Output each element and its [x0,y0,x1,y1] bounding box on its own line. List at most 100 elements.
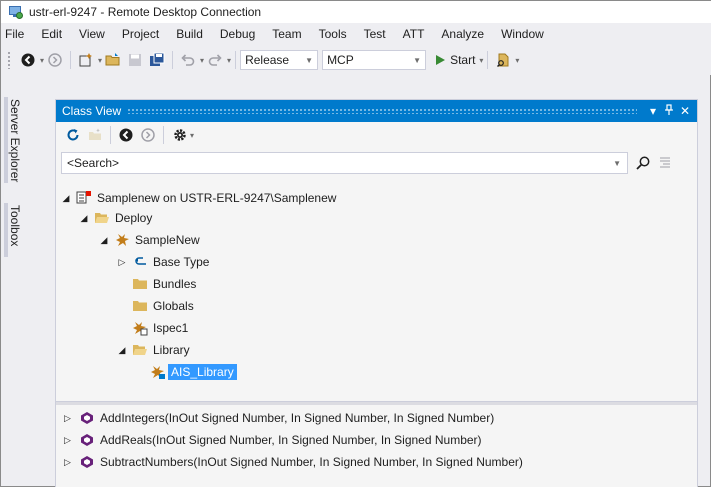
search-button[interactable] [632,152,654,174]
start-label: Start [450,53,476,67]
side-tab-strip: Server Explorer Toolbox [1,95,25,295]
open-folder-icon [132,342,148,358]
tree-node-bundles[interactable]: Bundles [132,274,196,294]
member-item[interactable]: ▷ SubtractNumbers(InOut Signed Number, I… [56,451,697,473]
find-in-files-button[interactable] [492,50,514,70]
search-row: <Search> ▼ [56,148,697,178]
menu-att[interactable]: ATT [395,27,434,41]
close-icon[interactable]: ✕ [677,104,693,118]
tree-node-base-type[interactable]: ▷ Base Type [116,252,210,272]
new-project-button[interactable] [75,50,97,70]
member-label: AddReals(InOut Signed Number, In Signed … [100,433,482,447]
tree-node-project[interactable]: ◢ Samplenew on USTR-ERL-9247\Samplenew [60,188,336,208]
menu-project[interactable]: Project [114,27,168,41]
collapsed-arrow-icon[interactable]: ▷ [64,457,74,468]
new-project-icon [79,53,93,67]
refresh-icon [67,129,79,141]
window-position-dropdown-icon[interactable]: ▾ [645,104,661,118]
menu-bar: File Edit View Project Build Debug Team … [1,23,711,45]
menu-edit[interactable]: Edit [33,27,71,41]
base-type-icon [132,254,148,270]
panel-title: Class View [62,104,122,118]
clear-search-button[interactable] [654,152,676,174]
save-all-button[interactable] [146,50,168,70]
toolbar-separator [70,51,72,69]
open-file-button[interactable] [102,50,124,70]
menu-window[interactable]: Window [493,27,553,41]
platform-value: MCP [327,53,354,67]
refresh-button[interactable] [62,125,84,145]
toolbar-overflow-icon[interactable]: ▾ [515,56,519,65]
panel-drag-grip[interactable] [127,108,637,114]
expanded-arrow-icon[interactable]: ◢ [78,213,90,224]
tree-node-samplenew[interactable]: ◢ SampleNew [98,230,200,250]
configuration-value: Release [245,53,290,67]
menu-build[interactable]: Build [168,27,212,41]
collapsed-arrow-icon[interactable]: ▷ [64,435,74,446]
tree-label: Library [153,343,190,357]
menu-test[interactable]: Test [356,27,395,41]
namespace-icon [114,232,130,248]
back-arrow-icon [119,128,133,142]
solution-configuration-select[interactable]: Release ▼ [240,50,319,70]
member-item[interactable]: ▷ AddReals(InOut Signed Number, In Signe… [56,429,697,451]
tree-node-library[interactable]: ◢ Library [116,340,190,360]
pin-icon[interactable] [661,103,677,119]
navigate-forward-button[interactable] [44,50,66,70]
tree-node-ais-library[interactable]: AIS_Library [150,362,237,382]
collapsed-arrow-icon[interactable]: ▷ [64,413,74,424]
folder-icon [132,298,148,314]
menu-file[interactable]: File [1,27,33,41]
method-icon [80,455,94,469]
class-view-panel: Class View ▾ ✕ ▾ <Search> ▼ ◢ Samplenew … [55,99,698,487]
tree-label-selected: AIS_Library [168,364,237,380]
undo-button[interactable] [177,50,199,70]
gear-icon [174,129,186,141]
menu-team[interactable]: Team [264,27,310,41]
back-button[interactable] [115,125,137,145]
menu-tools[interactable]: Tools [311,27,356,41]
start-dropdown-icon[interactable]: ▾ [479,56,483,65]
search-input[interactable]: <Search> [67,156,119,170]
play-icon [436,55,446,65]
folder-icon [132,276,148,292]
member-label: AddIntegers(InOut Signed Number, In Sign… [100,411,495,425]
method-icon [80,411,94,425]
new-folder-button[interactable] [84,125,106,145]
tree-label: Bundles [153,277,197,291]
tree-node-globals[interactable]: Globals [132,296,194,316]
toolbox-tab[interactable]: Toolbox [4,203,22,257]
title-bar: ustr-erl-9247 - Remote Desktop Connectio… [1,1,711,23]
expanded-arrow-icon[interactable]: ◢ [116,345,128,356]
collapsed-arrow-icon[interactable]: ▷ [116,257,128,268]
toolbar-separator [163,126,164,144]
solution-platform-select[interactable]: MCP ▼ [322,50,427,70]
chevron-down-icon[interactable]: ▼ [613,159,621,168]
tree-node-ispec1[interactable]: Ispec1 [132,318,188,338]
menu-view[interactable]: View [71,27,114,41]
expanded-arrow-icon[interactable]: ◢ [98,235,110,246]
interface-spec-icon [132,320,148,336]
clear-search-icon [660,157,670,168]
tree-node-deploy[interactable]: ◢ Deploy [78,208,153,228]
redo-button[interactable] [204,50,226,70]
redo-dropdown-icon[interactable]: ▾ [227,56,231,65]
menu-debug[interactable]: Debug [212,27,264,41]
save-button[interactable] [124,50,146,70]
server-explorer-tab[interactable]: Server Explorer [4,97,22,183]
class-view-header[interactable]: Class View ▾ ✕ [56,100,697,122]
chevron-down-icon: ▼ [305,55,314,65]
search-combo[interactable]: <Search> ▼ [61,152,628,174]
tree-label: Ispec1 [153,321,189,335]
settings-button[interactable]: ▾ [168,125,198,145]
menu-analyze[interactable]: Analyze [433,27,493,41]
forward-arrow-icon [48,53,62,67]
navigate-back-button[interactable] [17,50,39,70]
forward-button[interactable] [137,125,159,145]
expanded-arrow-icon[interactable]: ◢ [60,193,72,204]
start-button[interactable]: Start [430,50,478,70]
toolbar-separator [235,51,237,69]
standard-toolbar: ▾ ▾ ▾ ▾ Release ▼ MCP ▼ Start ▾ ▾ [1,45,711,75]
member-item[interactable]: ▷ AddIntegers(InOut Signed Number, In Si… [56,407,697,429]
toolbar-grip[interactable] [7,51,11,69]
